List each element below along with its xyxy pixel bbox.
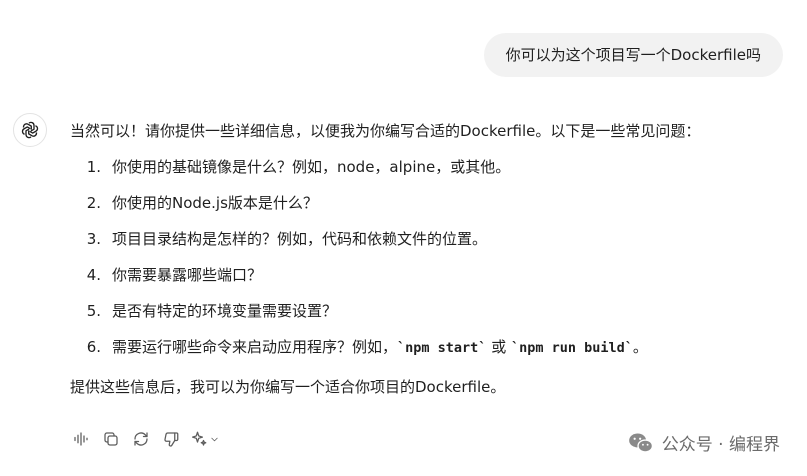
list-item: 2. 你使用的Node.js版本是什么？ [70, 192, 790, 214]
list-item-text: 项目目录结构是怎样的？例如，代码和依赖文件的位置。 [112, 230, 488, 248]
watermark: 公众号 · 编程界 [627, 430, 780, 455]
thumbs-down-icon [164, 432, 179, 447]
list-item-text: 你使用的基础镜像是什么？例如，node，alpine，或其他。 [112, 158, 511, 176]
chevron-down-icon [211, 437, 218, 441]
list-item: 5. 是否有特定的环境变量需要设置？ [70, 300, 790, 322]
list-item-number: 5. [86, 302, 101, 320]
assistant-intro: 当然可以！请你提供一些详细信息，以便我为你编写合适的Dockerfile。以下是… [70, 122, 701, 140]
regenerate-icon [134, 432, 148, 446]
model-switch-button[interactable] [190, 428, 220, 450]
list-item: 1. 你使用的基础镜像是什么？例如，node，alpine，或其他。 [70, 156, 790, 178]
copy-button[interactable] [100, 428, 122, 450]
list-item-text-post: 。 [632, 338, 648, 356]
copy-icon [104, 432, 118, 446]
assistant-outro: 提供这些信息后，我可以为你编写一个适合你项目的Dockerfile。 [70, 378, 506, 396]
message-actions [70, 428, 220, 450]
inline-code-npm-start: `npm start` [397, 340, 487, 356]
list-item-text: 是否有特定的环境变量需要设置？ [112, 302, 338, 320]
list-item-number: 1. [86, 158, 101, 176]
list-item-text: 你需要暴露哪些端口？ [112, 266, 263, 284]
openai-logo-icon [20, 121, 40, 139]
list-item: 6. 需要运行哪些命令来启动应用程序？例如，`npm start` 或 `npm… [70, 336, 790, 358]
regenerate-button[interactable] [130, 428, 152, 450]
list-item-text-mid: 或 [486, 338, 511, 356]
wechat-icon [628, 433, 653, 453]
list-item-number: 2. [86, 194, 101, 212]
assistant-message: 当然可以！请你提供一些详细信息，以便我为你编写合适的Dockerfile。以下是… [70, 120, 790, 398]
watermark-text: 公众号 · 编程界 [661, 435, 780, 455]
sparkle-icon [191, 431, 207, 446]
read-aloud-button[interactable] [70, 428, 92, 450]
speaker-icon [74, 432, 88, 446]
list-item: 3. 项目目录结构是怎样的？例如，代码和依赖文件的位置。 [70, 228, 790, 250]
user-message-row: 你可以为这个项目写一个Dockerfile吗 [483, 33, 783, 77]
assistant-avatar [13, 113, 47, 147]
inline-code-npm-run-build: `npm run build` [510, 340, 633, 356]
list-item-text-pre: 需要运行哪些命令来启动应用程序？例如， [112, 338, 398, 356]
list-item-number: 3. [86, 230, 101, 248]
list-item: 4. 你需要暴露哪些端口？ [70, 264, 790, 286]
list-item-text: 你使用的Node.js版本是什么？ [112, 194, 318, 212]
list-item-number: 4. [86, 266, 101, 284]
list-item-text: 需要运行哪些命令来启动应用程序？例如，`npm start` 或 `npm ru… [101, 336, 648, 359]
question-list: 1. 你使用的基础镜像是什么？例如，node，alpine，或其他。 2. 你使… [70, 156, 790, 358]
thumbs-down-button[interactable] [160, 428, 182, 450]
user-message-bubble: 你可以为这个项目写一个Dockerfile吗 [483, 33, 783, 77]
list-item-number: 6. [86, 338, 101, 356]
